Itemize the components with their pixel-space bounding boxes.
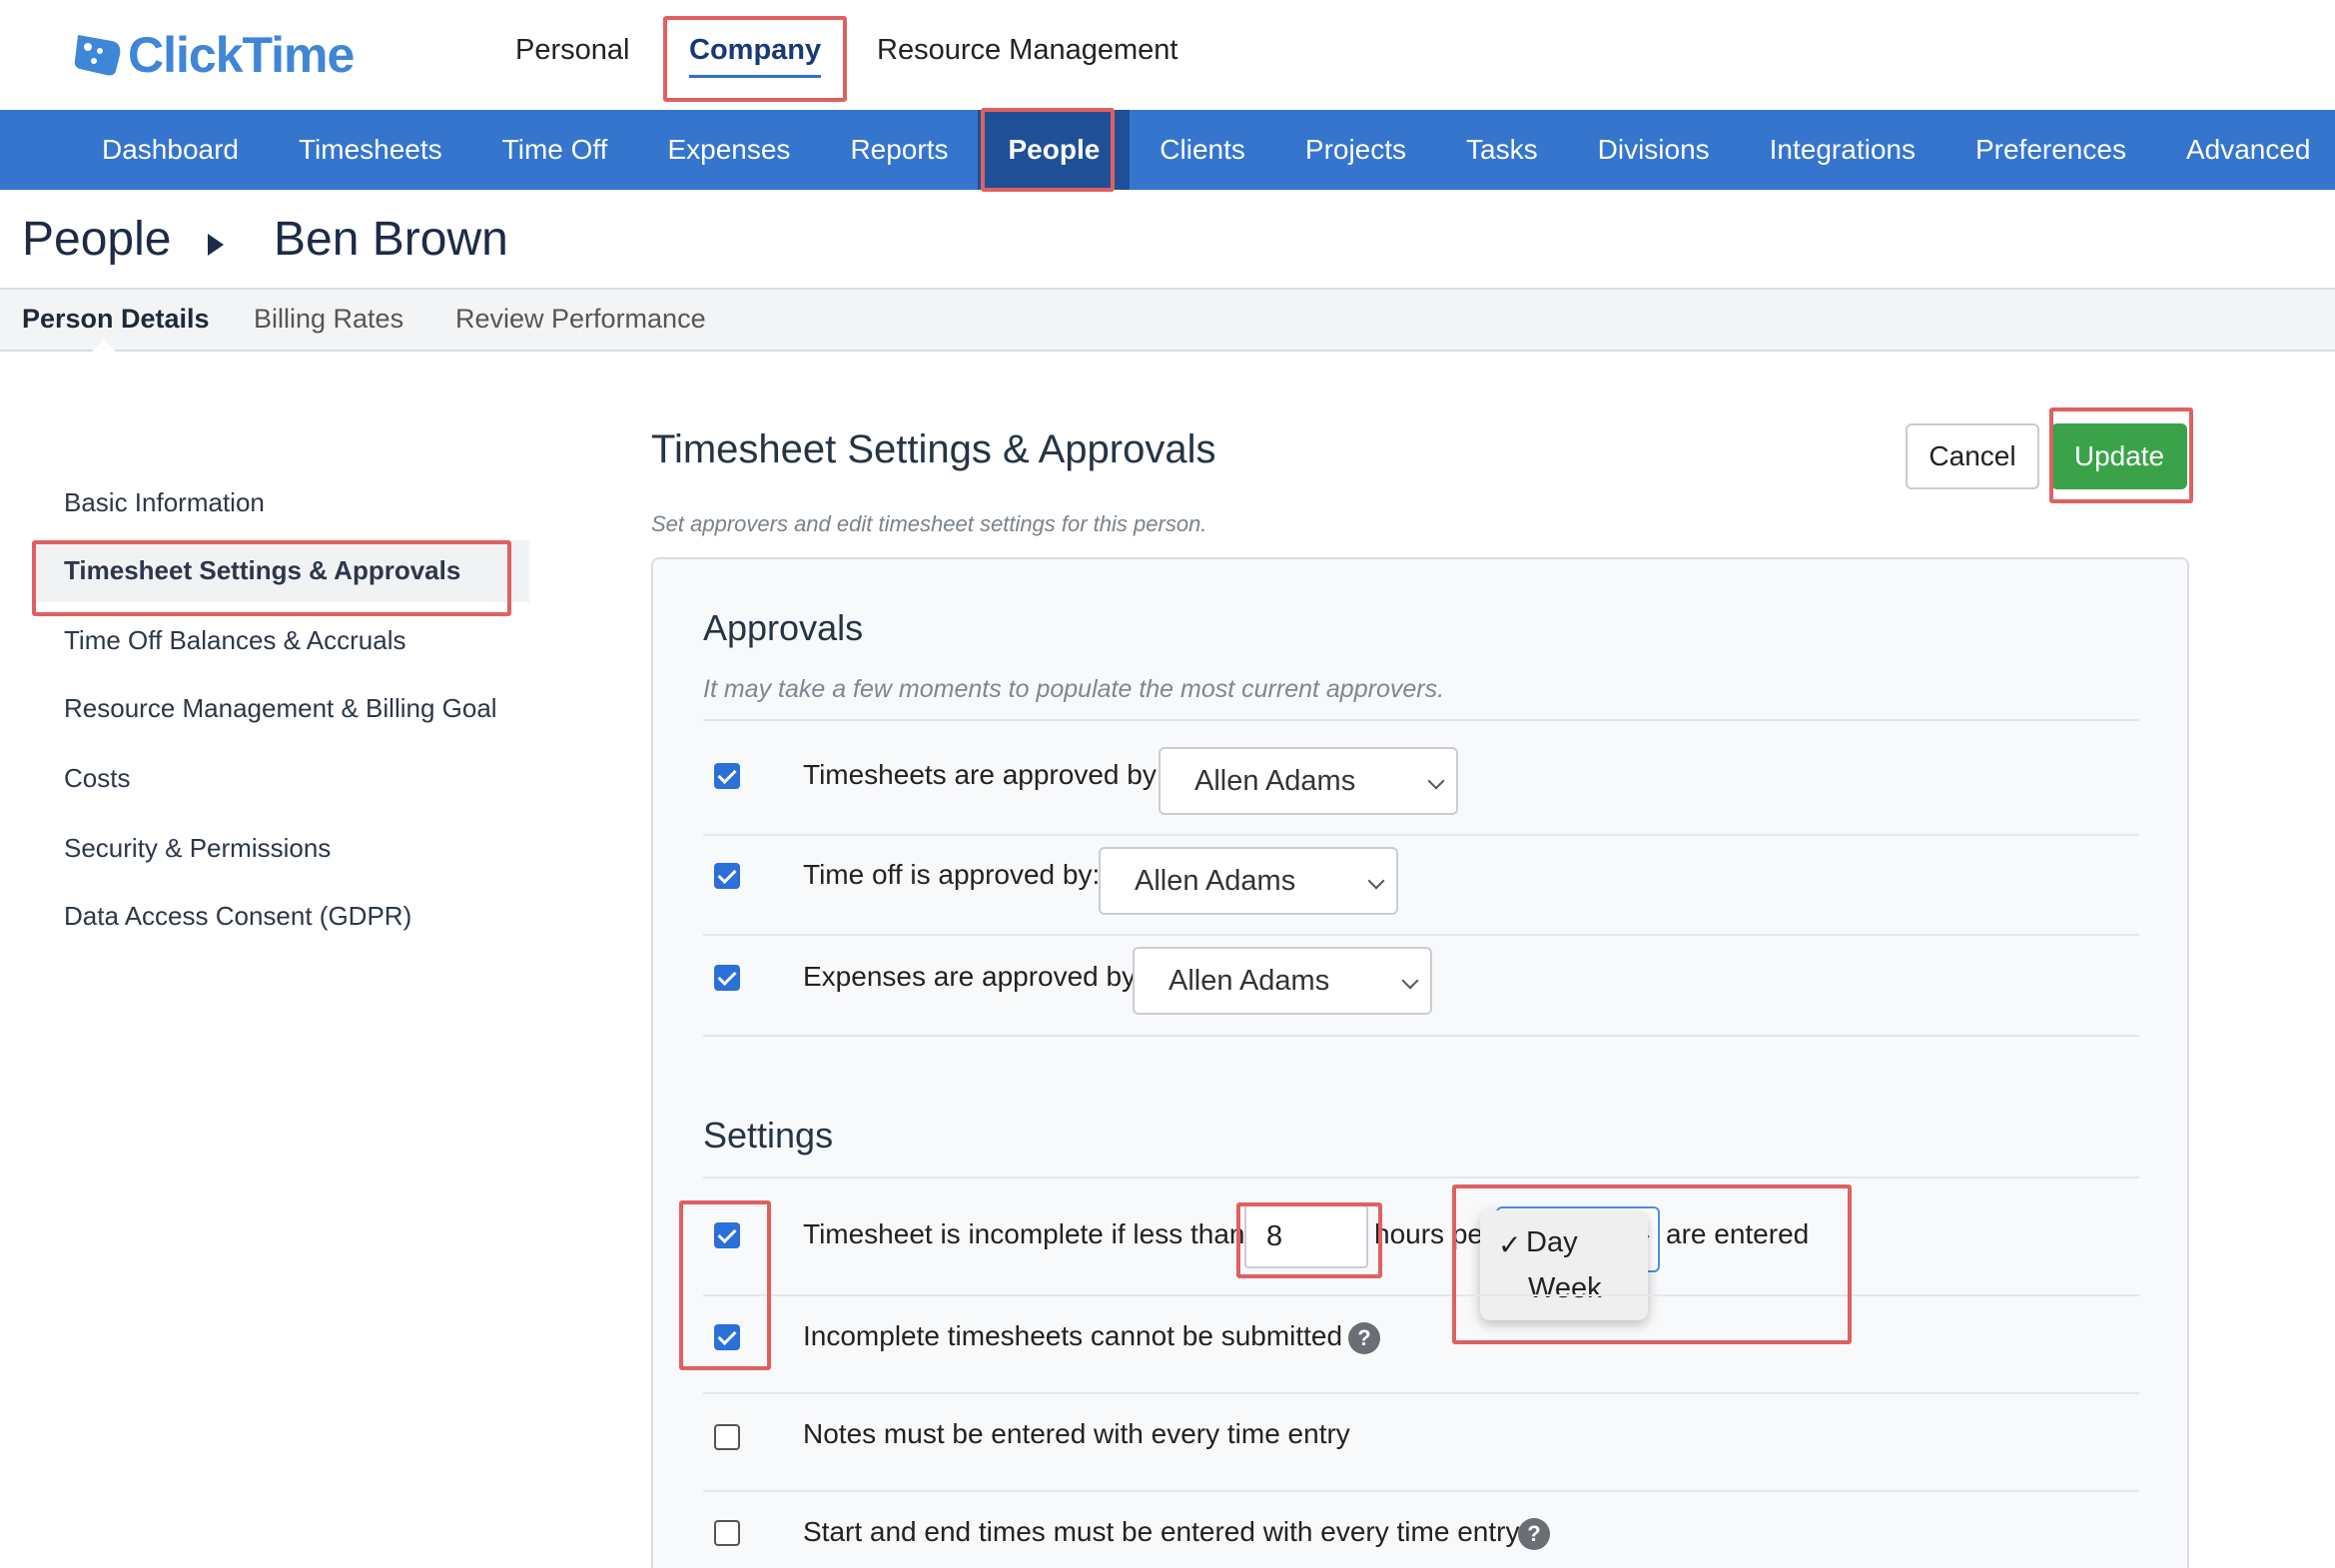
- period-option-day[interactable]: Day: [1526, 1226, 1578, 1259]
- approvals-note: It may take a few moments to populate th…: [703, 675, 1445, 703]
- divider: [703, 1392, 2139, 1394]
- hours-threshold-input[interactable]: 8: [1244, 1204, 1368, 1268]
- divider: [703, 1294, 2139, 1296]
- active-tab-caret-icon: [92, 340, 116, 352]
- breadcrumb: People Ben Brown: [0, 190, 2335, 290]
- sidebar-item-timesheet-settings[interactable]: Timesheet Settings & Approvals: [64, 555, 460, 586]
- notes-required-checkbox[interactable]: [714, 1424, 740, 1450]
- divider: [703, 1176, 2139, 1178]
- checkmark-icon: ✓: [1498, 1229, 1522, 1260]
- incomplete-threshold-label: Timesheet is incomplete if less than: [803, 1218, 1245, 1249]
- cancel-button[interactable]: Cancel: [1906, 423, 2039, 489]
- clicktime-logo-icon: [72, 31, 124, 79]
- help-icon[interactable]: ?: [1348, 1322, 1380, 1354]
- sidebar-item-resource-management[interactable]: Resource Management & Billing Goal: [64, 693, 497, 724]
- breadcrumb-current-person: Ben Brown: [274, 213, 508, 266]
- incomplete-threshold-checkbox[interactable]: [714, 1222, 740, 1248]
- nav-timesheets[interactable]: Timesheets: [269, 110, 472, 190]
- hours-per-label: hours pe: [1374, 1218, 1483, 1249]
- page-title: Timesheet Settings & Approvals: [651, 427, 1216, 471]
- cannot-submit-label: Incomplete timesheets cannot be submitte…: [803, 1320, 1343, 1351]
- expenses-approver-value: Allen Adams: [1168, 965, 1330, 997]
- nav-preferences[interactable]: Preferences: [1946, 110, 2156, 190]
- divider: [703, 934, 2139, 936]
- divider: [703, 834, 2139, 836]
- settings-heading: Settings: [703, 1115, 834, 1156]
- expenses-approver-select[interactable]: Allen Adams: [1133, 947, 1432, 1015]
- time-off-approver-select[interactable]: Allen Adams: [1099, 847, 1398, 915]
- sidebar-item-security[interactable]: Security & Permissions: [64, 833, 331, 864]
- sub-tabs: Person Details Billing Rates Review Perf…: [0, 290, 2335, 352]
- timesheets-approval-checkbox[interactable]: [714, 763, 740, 789]
- chevron-down-icon: [1367, 872, 1385, 890]
- nav-divisions[interactable]: Divisions: [1568, 110, 1740, 190]
- breadcrumb-people[interactable]: People: [22, 212, 171, 267]
- help-icon[interactable]: ?: [1518, 1518, 1550, 1550]
- timesheets-approver-select[interactable]: Allen Adams: [1159, 747, 1458, 815]
- are-entered-label: are entered: [1666, 1218, 1810, 1249]
- approvals-heading: Approvals: [703, 607, 864, 648]
- top-tab-personal[interactable]: Personal: [503, 28, 641, 72]
- divider: [703, 719, 2139, 721]
- logo-text: ClickTime: [128, 27, 355, 83]
- start-end-required-checkbox[interactable]: [714, 1520, 740, 1546]
- chevron-down-icon: [1427, 772, 1445, 790]
- nav-integrations[interactable]: Integrations: [1740, 110, 1946, 190]
- update-button[interactable]: Update: [2051, 423, 2187, 489]
- breadcrumb-arrow-icon: [208, 234, 224, 256]
- main-nav: Dashboard Timesheets Time Off Expenses R…: [0, 110, 2335, 190]
- sidebar-item-basic-information[interactable]: Basic Information: [64, 487, 265, 518]
- period-dropdown-menu: ✓ Day Week: [1480, 1210, 1648, 1320]
- divider: [703, 1035, 2139, 1037]
- timesheets-approver-value: Allen Adams: [1194, 765, 1356, 797]
- time-off-approval-checkbox[interactable]: [714, 863, 740, 889]
- settings-panel: [651, 557, 2189, 1568]
- divider: [703, 1490, 2139, 1492]
- clicktime-logo[interactable]: ClickTime: [72, 20, 355, 90]
- nav-advanced[interactable]: Advanced: [2156, 110, 2335, 190]
- tab-billing-rates[interactable]: Billing Rates: [254, 304, 403, 335]
- expenses-approval-checkbox[interactable]: [714, 965, 740, 991]
- timesheets-approval-label: Timesheets are approved by:: [803, 759, 1165, 790]
- chevron-down-icon: [1401, 972, 1419, 990]
- tab-person-details[interactable]: Person Details: [22, 304, 210, 335]
- top-header: ClickTime Personal Company Resource Mana…: [0, 0, 2335, 110]
- nav-expenses[interactable]: Expenses: [637, 110, 820, 190]
- expenses-approval-label: Expenses are approved by:: [803, 961, 1144, 992]
- start-end-required-label: Start and end times must be entered with…: [803, 1516, 1520, 1547]
- nav-time-off[interactable]: Time Off: [472, 110, 638, 190]
- nav-projects[interactable]: Projects: [1275, 110, 1436, 190]
- cannot-submit-checkbox[interactable]: [714, 1324, 740, 1350]
- notes-required-label: Notes must be entered with every time en…: [803, 1418, 1350, 1449]
- sidebar-item-costs[interactable]: Costs: [64, 763, 130, 794]
- period-option-week[interactable]: Week: [1528, 1272, 1602, 1305]
- nav-tasks[interactable]: Tasks: [1436, 110, 1568, 190]
- nav-dashboard[interactable]: Dashboard: [72, 110, 269, 190]
- nav-people[interactable]: People: [978, 110, 1131, 190]
- time-off-approver-value: Allen Adams: [1135, 865, 1296, 897]
- page-subtitle: Set approvers and edit timesheet setting…: [651, 511, 1207, 536]
- top-tab-company[interactable]: Company: [677, 28, 833, 78]
- sidebar-item-time-off-balances[interactable]: Time Off Balances & Accruals: [64, 625, 405, 656]
- top-tab-resource-management[interactable]: Resource Management: [865, 28, 1189, 72]
- sidebar-item-gdpr[interactable]: Data Access Consent (GDPR): [64, 901, 411, 932]
- nav-reports[interactable]: Reports: [820, 110, 978, 190]
- nav-clients[interactable]: Clients: [1130, 110, 1275, 190]
- time-off-approval-label: Time off is approved by:: [803, 859, 1101, 890]
- tab-review-performance[interactable]: Review Performance: [455, 304, 706, 335]
